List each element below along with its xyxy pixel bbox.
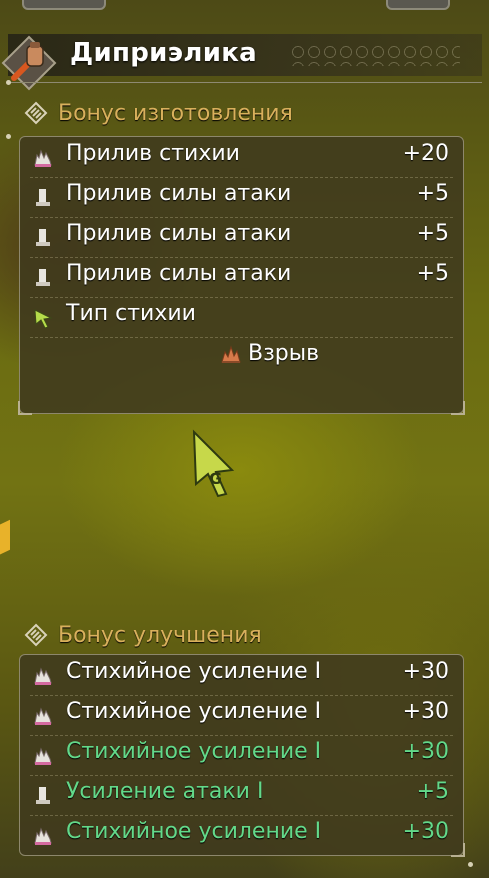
crafting-row: Тип стихии Взрыв xyxy=(20,297,463,377)
crafting-bonus-header: Бонус изготовления xyxy=(24,98,293,128)
row-divider xyxy=(30,337,453,338)
element-type-arrow-icon xyxy=(34,309,53,329)
panel-corner xyxy=(18,401,32,415)
side-marker xyxy=(0,519,10,559)
element-type-value: Взрыв xyxy=(220,341,319,366)
element-boost-icon xyxy=(34,747,52,765)
blast-icon xyxy=(221,344,241,363)
upgrade-row: Стихийное усиление I +30 xyxy=(20,735,463,775)
top-tab-left xyxy=(22,0,106,10)
title-underline xyxy=(8,82,482,83)
upgrade-row: Стихийное усиление I +30 xyxy=(20,815,463,855)
title-line-dot xyxy=(6,80,11,85)
upgrade-bonus-title: Бонус улучшения xyxy=(58,622,262,648)
element-boost-icon xyxy=(34,707,52,725)
upgrade-bonus-panel: Стихийное усиление I +30 Стихийное усиле… xyxy=(19,654,465,857)
attack-surge-icon xyxy=(36,189,50,206)
upgrade-row: Стихийное усиление I +30 xyxy=(20,655,463,695)
element-surge-icon xyxy=(34,149,52,167)
top-tab-right xyxy=(386,0,450,10)
cursor-letter: G xyxy=(209,469,222,488)
pointer-cursor-icon: G xyxy=(192,429,235,498)
crafting-row: Прилив стихии +20 xyxy=(20,137,463,177)
weapon-name: Диприэлика xyxy=(70,38,258,68)
upgrade-row: Усиление атаки I +5 xyxy=(20,775,463,815)
element-boost-icon xyxy=(34,827,52,845)
element-boost-icon xyxy=(34,667,52,685)
upgrade-bonus-header: Бонус улучшения xyxy=(24,620,262,650)
upgrade-row: Стихийное усиление I +30 xyxy=(20,695,463,735)
section-dot xyxy=(6,134,11,139)
attack-boost-icon xyxy=(36,787,50,804)
section-dot xyxy=(468,862,473,867)
title-pattern xyxy=(290,44,460,66)
bonus-diamond-icon xyxy=(24,623,48,647)
crafting-bonus-title: Бонус изготовления xyxy=(58,100,293,126)
crafting-bonus-panel: Прилив стихии +20 Прилив силы атаки +5 П… xyxy=(18,136,465,415)
crafting-row: Прилив силы атаки +5 xyxy=(20,177,463,217)
panel-corner xyxy=(451,843,465,857)
attack-surge-icon xyxy=(36,269,50,286)
bonus-diamond-icon xyxy=(24,101,48,125)
crafting-row: Прилив силы атаки +5 xyxy=(20,217,463,257)
attack-surge-icon xyxy=(36,229,50,246)
panel-corner xyxy=(451,401,465,415)
crafting-row: Прилив силы атаки +5 xyxy=(20,257,463,297)
